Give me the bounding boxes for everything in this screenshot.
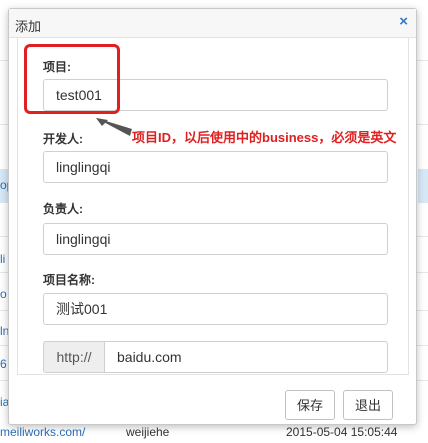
annotation-text: 项目ID，以后使用中的business，必须是英文 (132, 130, 397, 145)
annotation-arrow-icon (96, 118, 132, 136)
